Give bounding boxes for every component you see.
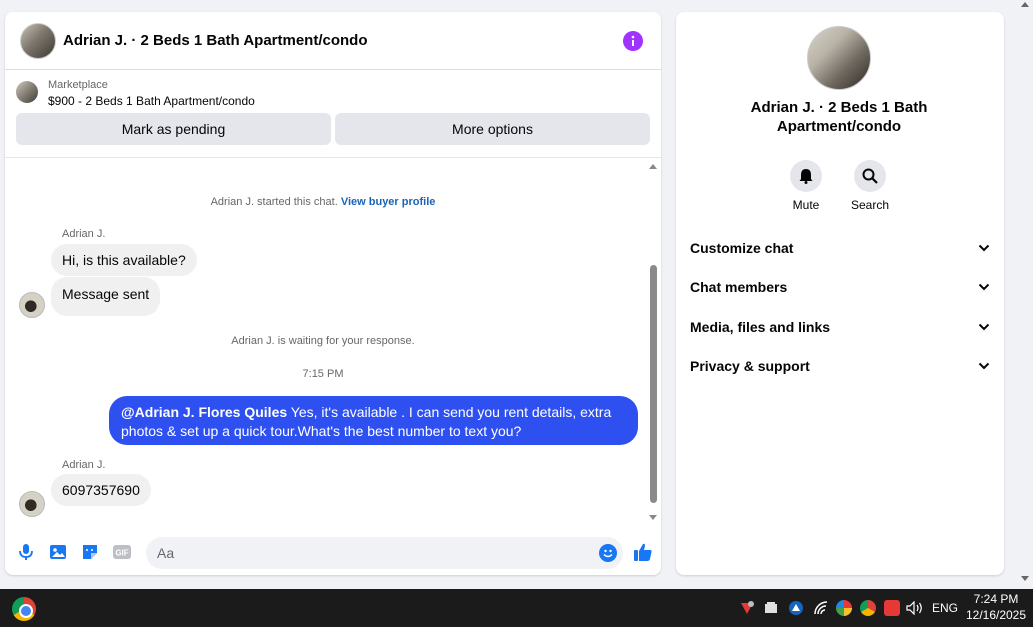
section-customize-chat[interactable]: Customize chat [690, 237, 990, 259]
mute-button[interactable]: Mute [776, 160, 836, 212]
device-icon[interactable] [763, 599, 779, 617]
section-label: Customize chat [690, 240, 794, 256]
taskbar: ENG 7:24 PM 12/16/2025 [0, 589, 1033, 627]
sender-name: Adrian J. [62, 228, 106, 240]
incoming-message[interactable]: Hi, is this available? [51, 244, 197, 276]
chat-title[interactable]: Adrian J. · 2 Beds 1 Bath Apartment/cond… [63, 32, 368, 49]
bell-icon [790, 160, 822, 192]
listing-avatar-large[interactable] [807, 26, 871, 90]
chat-panel: Adrian J. · 2 Beds 1 Bath Apartment/cond… [5, 12, 661, 575]
chevron-down-icon [978, 283, 990, 291]
message-input-box[interactable] [146, 537, 623, 569]
microphone-icon[interactable] [17, 543, 35, 561]
chat-started-notice: Adrian J. started this chat. View buyer … [5, 196, 641, 208]
section-privacy-support[interactable]: Privacy & support [690, 355, 990, 377]
search-button[interactable]: Search [840, 160, 900, 212]
marketplace-label: Marketplace [48, 79, 108, 91]
chevron-down-icon [978, 244, 990, 252]
emoji-icon[interactable] [599, 544, 617, 562]
message-scrollbar[interactable] [647, 162, 659, 520]
clock-date: 12/16/2025 [965, 608, 1027, 622]
info-title: Adrian J. · 2 Beds 1 Bath Apartment/cond… [750, 99, 928, 135]
listing-summary[interactable]: $900 - 2 Beds 1 Bath Apartment/condo [48, 92, 255, 110]
mute-label: Mute [792, 198, 820, 212]
sender-avatar[interactable] [19, 491, 45, 517]
chrome-tray-icon[interactable] [860, 599, 876, 617]
section-chat-members[interactable]: Chat members [690, 276, 990, 298]
incoming-message[interactable]: 6097357690 [51, 474, 151, 506]
section-label: Media, files and links [690, 319, 831, 335]
language-indicator[interactable]: ENG [930, 599, 960, 617]
info-icon[interactable] [623, 31, 643, 51]
chat-info-panel: Adrian J. · 2 Beds 1 Bath Apartment/cond… [676, 12, 1004, 575]
chrome-icon[interactable] [12, 597, 36, 621]
svg-text:GIF: GIF [115, 549, 128, 558]
view-buyer-profile-link[interactable]: View buyer profile [341, 196, 436, 208]
listing-avatar[interactable] [20, 22, 56, 59]
section-label: Chat members [690, 279, 788, 295]
marketplace-banner: Marketplace $900 - 2 Beds 1 Bath Apartme… [5, 70, 661, 158]
red-app-icon[interactable] [884, 599, 900, 617]
more-options-button[interactable]: More options [335, 113, 650, 145]
waiting-notice: Adrian J. is waiting for your response. [231, 335, 415, 347]
color-app-icon[interactable] [836, 599, 852, 617]
mention[interactable]: @Adrian J. Flores Quiles [121, 404, 287, 420]
thumbs-up-icon[interactable] [632, 541, 654, 563]
search-label: Search [850, 198, 890, 212]
scroll-thumb[interactable] [650, 265, 657, 503]
incoming-message[interactable]: Message sent [51, 277, 161, 316]
system-clock[interactable]: 7:24 PM 12/16/2025 [965, 591, 1027, 623]
page-scroll-down-arrow[interactable] [1021, 576, 1029, 581]
wifi-icon[interactable] [813, 599, 829, 617]
chat-started-text: Adrian J. started this chat. [210, 196, 338, 208]
gif-icon[interactable]: GIF [113, 543, 131, 561]
chevron-down-icon [978, 323, 990, 331]
section-media-files-links[interactable]: Media, files and links [690, 316, 990, 338]
mark-as-pending-button[interactable]: Mark as pending [16, 113, 331, 145]
listing-thumbnail [16, 81, 38, 103]
composer: GIF [5, 529, 661, 575]
speaker-icon[interactable] [906, 599, 924, 617]
message-input[interactable] [146, 537, 576, 569]
sender-avatar[interactable] [19, 292, 45, 318]
search-icon [854, 160, 886, 192]
message-timestamp: 7:15 PM [302, 368, 344, 380]
chat-header: Adrian J. · 2 Beds 1 Bath Apartment/cond… [5, 12, 661, 70]
shield-alert-icon[interactable] [739, 599, 755, 617]
scroll-up-arrow[interactable] [649, 164, 657, 169]
photo-icon[interactable] [49, 543, 67, 561]
network-utility-icon[interactable] [788, 599, 804, 617]
page-scroll-up-arrow[interactable] [1021, 2, 1029, 7]
message-list: Adrian J. started this chat. View buyer … [5, 159, 661, 529]
sticker-icon[interactable] [81, 543, 99, 561]
outgoing-message[interactable]: @Adrian J. Flores Quiles Yes, it's avail… [109, 396, 638, 445]
section-label: Privacy & support [690, 358, 810, 374]
scroll-down-arrow[interactable] [649, 515, 657, 520]
sender-name: Adrian J. [62, 459, 106, 471]
chevron-down-icon [978, 362, 990, 370]
clock-time: 7:24 PM [973, 592, 1019, 606]
